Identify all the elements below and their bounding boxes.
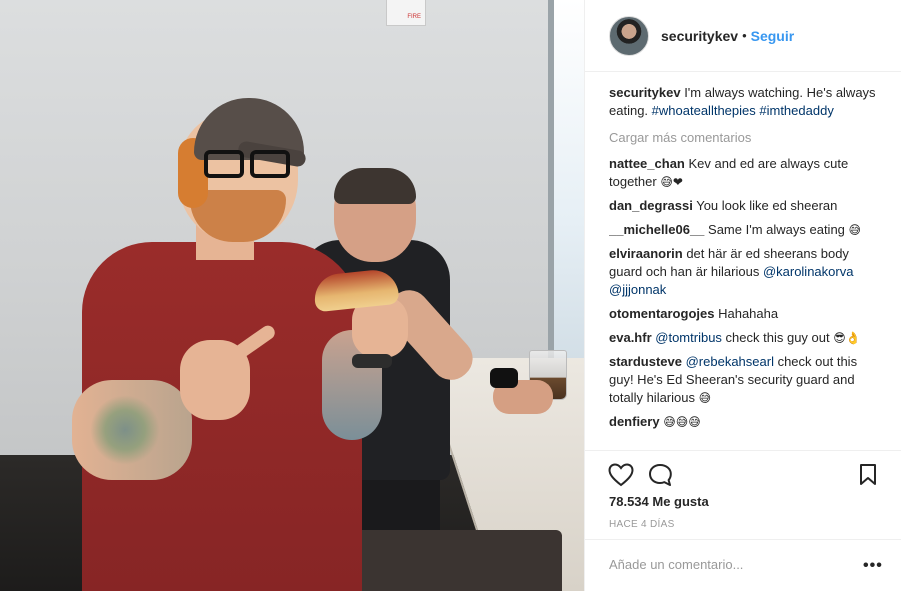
- comment-row: eva.hfr @tomtribus check this guy out 😎👌: [609, 329, 885, 347]
- comment-emoji: 😎👌: [833, 331, 861, 345]
- photo-window: [548, 0, 584, 370]
- post-time[interactable]: HACE 4 DÍAS: [609, 519, 675, 530]
- comment-container: nattee_chan Kev and ed are always cute t…: [609, 155, 885, 431]
- comment-row: dan_degrassi You look like ed sheeran: [609, 197, 885, 215]
- comment-text: Hahahaha: [718, 306, 779, 321]
- caption-hashtag[interactable]: #imthedaddy: [759, 103, 833, 118]
- comment-text: check this guy out: [721, 330, 834, 345]
- comment-row: nattee_chan Kev and ed are always cute t…: [609, 155, 885, 191]
- comment-emoji: 😅❤: [660, 175, 683, 189]
- comment-row: elviraanorin det här är ed sheerans body…: [609, 245, 885, 299]
- instagram-post: FIRE securitykev • Seguir securitykev I'…: [0, 0, 901, 591]
- likes-count[interactable]: 78.534 Me gusta: [609, 494, 709, 509]
- photo-chair: [352, 530, 562, 591]
- fire-alarm-label: FIRE: [407, 14, 421, 20]
- more-options-icon[interactable]: •••: [863, 557, 883, 575]
- comment-username[interactable]: nattee_chan: [609, 156, 685, 171]
- comment-row: stardusteve @rebekahsearl check out this…: [609, 353, 885, 407]
- post-photo[interactable]: FIRE: [0, 0, 584, 591]
- comment-username[interactable]: otomentarogojes: [609, 306, 714, 321]
- header-separator: •: [742, 28, 747, 43]
- post-header: securitykev • Seguir: [585, 0, 901, 72]
- ed-arm-tattoo: [90, 395, 160, 465]
- comment-input[interactable]: [609, 557, 849, 572]
- comment-username[interactable]: __michelle06__: [609, 222, 704, 237]
- header-username[interactable]: securitykev: [661, 28, 738, 44]
- follow-button[interactable]: Seguir: [751, 28, 795, 44]
- caption-hashtag[interactable]: #whoateallthepies: [652, 103, 756, 118]
- caption: securitykev I'm always watching. He's al…: [609, 84, 885, 120]
- comment-mention[interactable]: @rebekahsearl: [686, 354, 774, 369]
- comment-username[interactable]: denfiery: [609, 414, 660, 429]
- comment-row: otomentarogojes Hahahaha: [609, 305, 885, 323]
- comment-username[interactable]: eva.hfr: [609, 330, 652, 345]
- add-comment-bar: •••: [585, 539, 901, 591]
- comment-emoji: 😅: [698, 391, 712, 405]
- comment-emoji: 😅😅😅: [663, 415, 701, 429]
- comment-emoji: 😅: [848, 223, 862, 237]
- bookmark-icon[interactable]: [858, 463, 878, 490]
- load-more-comments[interactable]: Cargar más comentarios: [609, 129, 885, 147]
- man-back-watch: [490, 368, 518, 388]
- comment-username[interactable]: dan_degrassi: [609, 198, 693, 213]
- caption-username[interactable]: securitykev: [609, 85, 681, 100]
- avatar[interactable]: [609, 15, 649, 56]
- comments-list: securitykev I'm always watching. He's al…: [609, 84, 885, 450]
- comment-row: __michelle06__ Same I'm always eating 😅: [609, 221, 885, 239]
- man-back-hair: [334, 168, 416, 204]
- heart-icon[interactable]: [608, 463, 634, 490]
- comment-mention[interactable]: @tomtribus: [655, 330, 722, 345]
- post-sidebar: securitykev • Seguir securitykev I'm alw…: [584, 0, 901, 591]
- comment-mention[interactable]: @jjjonnak: [609, 282, 666, 297]
- comment-row: denfiery 😅😅😅: [609, 413, 885, 431]
- comment-mention[interactable]: @karolinakorva: [763, 264, 854, 279]
- comment-text: Same I'm always eating: [708, 222, 849, 237]
- action-bar: [585, 450, 901, 496]
- ed-wristband: [352, 354, 392, 368]
- fire-alarm: FIRE: [386, 0, 426, 26]
- comment-username[interactable]: elviraanorin: [609, 246, 683, 261]
- comment-icon[interactable]: [648, 463, 674, 490]
- comment-text: You look like ed sheeran: [696, 198, 838, 213]
- ed-glasses: [204, 150, 294, 180]
- comment-username[interactable]: stardusteve: [609, 354, 682, 369]
